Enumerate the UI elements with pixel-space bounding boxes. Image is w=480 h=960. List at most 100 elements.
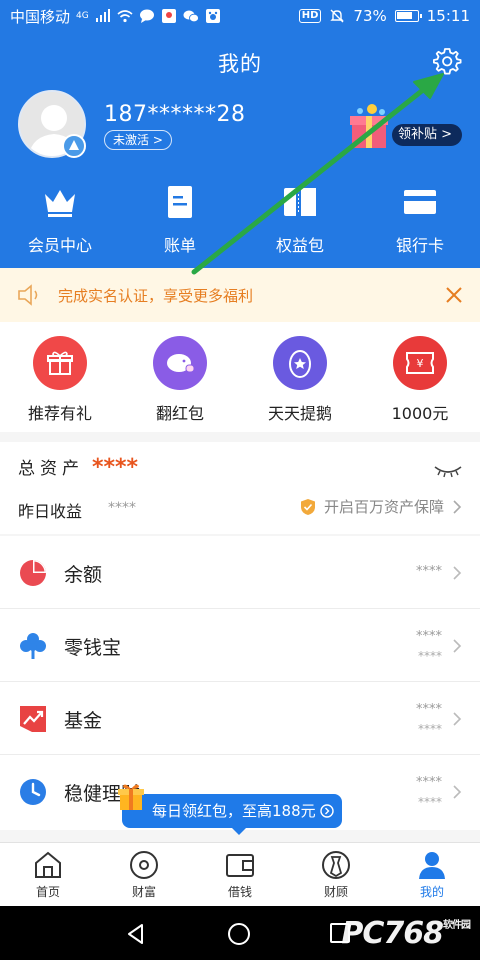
chevron-right-icon (453, 499, 462, 514)
service-1000-yuan[interactable]: ¥ 1000元 (360, 322, 480, 432)
phone-number: 187******28 (104, 102, 246, 127)
trend-icon (20, 706, 46, 732)
tab-home[interactable]: 首页 (0, 843, 96, 906)
back-icon[interactable] (124, 922, 148, 946)
service-label: 推荐有礼 (27, 404, 92, 423)
service-label: 1000元 (391, 404, 449, 423)
list-item-value: **** (416, 702, 442, 717)
promo-pointer (232, 828, 246, 835)
quick-label: 权益包 (275, 236, 324, 255)
map-pin-icon (161, 9, 176, 23)
yesterday-earnings-value: **** (108, 500, 136, 516)
daily-red-packet-promo[interactable]: 每日领红包，至高188元 (122, 794, 342, 828)
asset-protection-link[interactable]: 开启百万资产保障 (300, 496, 462, 517)
hidden-eye-icon[interactable] (434, 464, 462, 478)
yesterday-earnings-label: 昨日收益 (18, 502, 83, 521)
not-activated-badge[interactable]: 未激活 > (104, 130, 172, 150)
quick-label: 会员中心 (27, 236, 92, 255)
list-item-subvalue: **** (418, 795, 442, 809)
yuan-ticket-icon: ¥ (393, 336, 447, 390)
list-item-balance[interactable]: 余额 **** (0, 536, 480, 609)
bill-icon (168, 186, 192, 218)
assets-card: 总资产 **** 昨日收益 **** 开启百万资产保障 (0, 442, 480, 534)
list-item-subvalue: **** (418, 649, 442, 663)
quick-actions: 会员中心 账单 权益包 银行卡 (0, 180, 480, 260)
message-icon (139, 9, 154, 23)
list-item-value: **** (416, 564, 442, 579)
watermark-subtext: 软件园 (443, 920, 471, 931)
piggy-icon (153, 336, 207, 390)
notice-text: 完成实名认证，享受更多福利 (58, 286, 254, 305)
tab-borrow[interactable]: 借钱 (192, 843, 288, 906)
quick-item-bank-card[interactable]: 银行卡 (360, 180, 480, 260)
page-title: 我的 (218, 52, 262, 76)
profile-header: 我的 187******28 未激活 > 领补贴 > 会员中心 账单 权益包 银… (0, 32, 480, 268)
home-button-icon[interactable] (228, 923, 250, 945)
status-bar: 中国移动 4G HD 73% 15:11 (0, 0, 480, 32)
system-nav-bar: PC768软件园 (0, 906, 480, 960)
tab-advisor[interactable]: 财顾 (288, 843, 384, 906)
list-item-name: 余额 (64, 564, 103, 586)
list-item-name: 零钱宝 (64, 637, 122, 659)
signal-icon (95, 9, 110, 22)
mute-bell-icon (330, 9, 345, 23)
advisor-icon (322, 851, 350, 879)
promo-text: 每日领红包，至高188元 (152, 802, 316, 820)
network-label: 4G (76, 11, 89, 21)
tab-wealth[interactable]: 财富 (96, 843, 192, 906)
tab-label: 财顾 (323, 885, 348, 899)
wealth-icon (130, 851, 158, 879)
quick-item-bill[interactable]: 账单 (120, 180, 240, 260)
shield-icon (300, 498, 315, 515)
chevron-right-icon (453, 639, 462, 653)
list-item-yu-e-bao[interactable]: 零钱宝 **** **** (0, 609, 480, 682)
pie-chart-icon (20, 560, 46, 586)
protection-text: 开启百万资产保障 (323, 498, 444, 516)
watermark-text: PC768 (341, 916, 444, 951)
home-icon (35, 851, 61, 878)
quick-item-benefits[interactable]: 权益包 (240, 180, 360, 260)
wallet-icon (226, 854, 254, 877)
service-daily-goose[interactable]: 天天提鹅 (240, 322, 360, 432)
tab-label: 财富 (131, 885, 156, 899)
chevron-right-icon (453, 785, 462, 799)
bank-card-icon (404, 190, 436, 214)
close-icon[interactable] (444, 285, 464, 305)
carrier-label: 中国移动 (10, 7, 71, 26)
wechat-icon (183, 10, 199, 23)
list-item-fund[interactable]: 基金 **** **** (0, 682, 480, 755)
service-flip-red-packet[interactable]: 翻红包 (120, 322, 240, 432)
battery-icon (394, 10, 422, 22)
egg-star-icon (273, 336, 327, 390)
asset-list: 余额 **** 零钱宝 **** **** 基金 **** **** 稳健理财 … (0, 536, 480, 830)
list-item-name: 基金 (64, 710, 103, 732)
battery-percent: 73% (353, 7, 387, 25)
baidu-icon (205, 9, 220, 23)
svg-text:¥: ¥ (417, 357, 424, 370)
verification-notice[interactable]: 完成实名认证，享受更多福利 (0, 268, 480, 322)
tab-label: 借钱 (227, 885, 252, 899)
subsidy-button[interactable]: 领补贴 > (391, 124, 462, 146)
quick-item-member-center[interactable]: 会员中心 (0, 180, 120, 260)
service-row: 推荐有礼 翻红包 天天提鹅 ¥ 1000元 (0, 322, 480, 432)
total-assets-label: 总资产 (18, 459, 84, 479)
settings-gear-icon[interactable] (432, 46, 462, 76)
user-icon (419, 852, 445, 879)
gift-box-icon (350, 104, 388, 148)
list-item-subvalue: **** (418, 722, 442, 736)
speaker-icon (18, 284, 38, 306)
gift-icon (33, 336, 87, 390)
coupon-icon (284, 188, 316, 216)
tab-label: 首页 (35, 885, 60, 899)
quick-label: 银行卡 (395, 236, 444, 255)
chevron-right-icon (453, 566, 462, 580)
service-recommend-gift[interactable]: 推荐有礼 (0, 322, 120, 432)
tab-mine[interactable]: 我的 (384, 843, 480, 906)
crown-icon (45, 190, 75, 217)
list-item-value: **** (416, 775, 442, 790)
hd-badge: HD (298, 9, 322, 23)
chevron-right-icon (453, 712, 462, 726)
clover-icon (20, 633, 46, 659)
list-item-value: **** (416, 629, 442, 644)
service-label: 翻红包 (155, 404, 204, 423)
